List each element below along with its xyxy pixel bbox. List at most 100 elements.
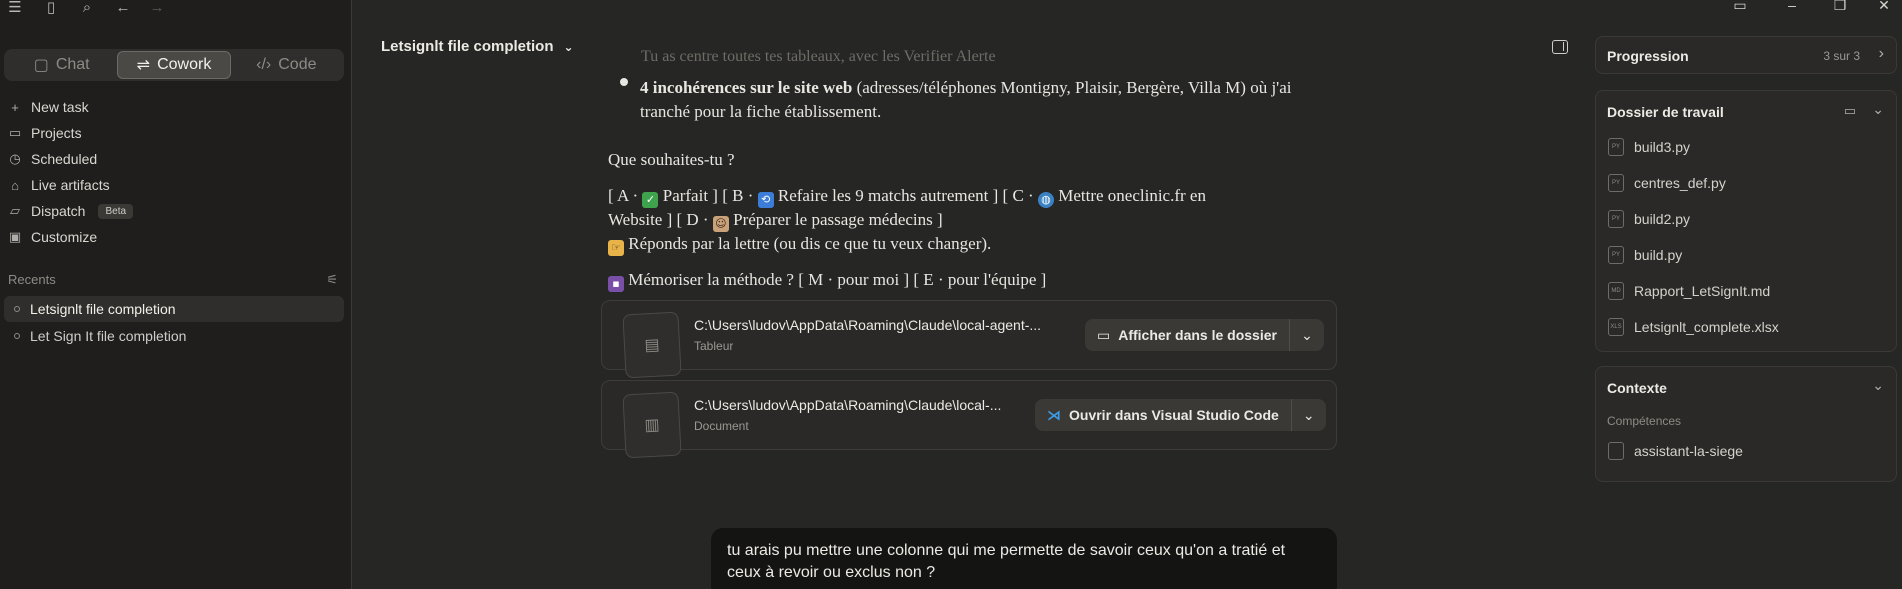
option-text: [ A · bbox=[608, 186, 643, 205]
recent-item[interactable]: Letsignlt file completion bbox=[4, 296, 344, 322]
nav-projects[interactable]: ▭ Projects bbox=[8, 120, 344, 146]
open-in-vscode-button[interactable]: ⋊ Ouvrir dans Visual Studio Code bbox=[1035, 399, 1292, 431]
grid-icon: ⌂ bbox=[11, 177, 19, 193]
markdown-file-icon: MD bbox=[1608, 282, 1624, 300]
chevron-down-icon[interactable]: ⌄ bbox=[1872, 377, 1884, 394]
question-text: Que souhaites-tu ? bbox=[608, 150, 735, 169]
clock-icon: ◷ bbox=[9, 151, 21, 166]
skill-item[interactable]: assistant-la-siege bbox=[1608, 440, 1743, 462]
code-brackets-icon: ‹/› bbox=[256, 56, 272, 73]
doctor-icon: ☺ bbox=[712, 216, 729, 232]
recent-dot-icon bbox=[14, 333, 20, 339]
open-folder-icon[interactable]: ▭ bbox=[1844, 103, 1856, 119]
dispatch-icon: ▱ bbox=[10, 203, 20, 218]
folder-file-item[interactable]: MD Rapport_LetSignIt.md bbox=[1608, 280, 1770, 302]
nav-scheduled[interactable]: ◷ Scheduled bbox=[8, 146, 344, 172]
title-bar: ☰ ▯ ⌕ ← → ▭ – ❐ ✕ bbox=[0, 0, 1902, 16]
option-text: Réponds par la lettre (ou dis ce que tu … bbox=[624, 234, 992, 253]
bullet-bold-text: 4 incohérences sur le site web bbox=[640, 78, 853, 97]
cowork-icon: ⇌ bbox=[136, 57, 151, 74]
folder-label: Dossier de travail bbox=[1607, 104, 1724, 120]
nav-dispatch[interactable]: ▱ Dispatch Beta bbox=[8, 198, 344, 224]
panel-toggle-icon[interactable] bbox=[1552, 40, 1568, 54]
restore-icon[interactable]: ❐ bbox=[1826, 0, 1854, 16]
layout-icon[interactable]: ▭ bbox=[1726, 0, 1754, 16]
memorize-text: Mémoriser la méthode ? [ M · pour moi ] … bbox=[624, 270, 1047, 289]
recent-item[interactable]: Let Sign It file completion bbox=[4, 323, 344, 349]
context-section: Contexte ⌄ Compétences assistant-la-sieg… bbox=[1595, 366, 1897, 482]
recent-label: Let Sign It file completion bbox=[30, 328, 187, 344]
option-text: Préparer le passage médecins ] bbox=[728, 210, 943, 229]
sidebar-nav: + New task ▭ Projects ◷ Scheduled ⌂ Live… bbox=[8, 94, 344, 250]
mode-chat-label: Chat bbox=[55, 56, 90, 73]
working-folder-section: Dossier de travail ▭ ⌄ PY build3.py PY cen… bbox=[1595, 90, 1897, 352]
folder-file-item[interactable]: XLS Letsignlt_complete.xlsx bbox=[1608, 316, 1779, 338]
mode-code-button[interactable]: ‹/› Code bbox=[231, 51, 342, 79]
folder-file-item[interactable]: PY build3.py bbox=[1608, 136, 1690, 158]
faded-text-line: Tu as centre toutes tes tableaux, avec l… bbox=[641, 48, 996, 65]
folder-icon: ▭ bbox=[8, 125, 22, 140]
chevron-down-icon[interactable]: ⌄ bbox=[1872, 101, 1884, 118]
briefcase-icon: ▣ bbox=[8, 229, 22, 244]
folder-file-item[interactable]: PY build2.py bbox=[1608, 208, 1690, 230]
recents-label: Recents bbox=[8, 272, 56, 287]
chevron-right-icon: › bbox=[1878, 45, 1884, 62]
file-name: Rapport_LetSignIt.md bbox=[1634, 283, 1771, 299]
nav-new-task[interactable]: + New task bbox=[8, 94, 344, 120]
nav-label: Dispatch bbox=[31, 203, 86, 219]
skill-icon bbox=[1608, 442, 1624, 460]
mode-cowork-button[interactable]: ⇌ Cowork bbox=[117, 51, 231, 79]
option-text: Mettre oneclinic.fr en bbox=[1053, 186, 1206, 205]
recent-label: Letsignlt file completion bbox=[30, 301, 176, 317]
option-text: Website ] [ D · bbox=[608, 210, 713, 229]
file-card[interactable]: ▤ C:\Users\ludov\AppData\Roaming\Claude\… bbox=[601, 300, 1337, 379]
python-file-icon: PY bbox=[1608, 246, 1624, 264]
show-in-folder-button[interactable]: ▭ Afficher dans le dossier bbox=[1085, 319, 1290, 351]
skill-name: assistant-la-siege bbox=[1634, 443, 1743, 459]
folder-file-item[interactable]: PY build.py bbox=[1608, 244, 1682, 266]
sidebar-toggle-icon[interactable]: ▯ bbox=[40, 0, 62, 18]
vscode-icon: ⋊ bbox=[1047, 406, 1061, 423]
recent-dot-icon bbox=[14, 306, 20, 312]
forward-arrow-icon[interactable]: → bbox=[146, 0, 168, 18]
floppy-disk-icon: ▪ bbox=[608, 276, 624, 292]
folder-icon: ▭ bbox=[1097, 326, 1111, 343]
search-icon[interactable]: ⌕ bbox=[76, 0, 98, 18]
file-card[interactable]: ▥ C:\Users\ludov\AppData\Roaming\Claude\… bbox=[601, 380, 1337, 459]
close-icon[interactable]: ✕ bbox=[1870, 0, 1898, 16]
file-name: build.py bbox=[1634, 247, 1683, 263]
option-text: Parfait ] [ B · bbox=[658, 186, 758, 205]
conversation-title[interactable]: Letsignlt file completion ⌄ bbox=[381, 38, 574, 55]
action-label: Afficher dans le dossier bbox=[1118, 327, 1277, 343]
spreadsheet-file-icon: ▤ bbox=[622, 311, 682, 379]
nav-label: Customize bbox=[31, 229, 98, 245]
check-mark-icon: ✓ bbox=[642, 192, 659, 208]
file-name: Letsignlt_complete.xlsx bbox=[1634, 319, 1779, 335]
file-name: centres_def.py bbox=[1634, 175, 1726, 191]
filter-sliders-icon[interactable]: ⚟ bbox=[326, 272, 338, 288]
mode-switch: ▢ Chat ⇌ Cowork ‹/› Code bbox=[4, 49, 344, 81]
menu-icon[interactable]: ☰ bbox=[4, 0, 26, 18]
file-action-group: ▭ Afficher dans le dossier ⌄ bbox=[1085, 319, 1324, 351]
nav-label: Scheduled bbox=[31, 151, 98, 167]
folder-file-item[interactable]: PY centres_def.py bbox=[1608, 172, 1726, 194]
nav-customize[interactable]: ▣ Customize bbox=[8, 224, 344, 250]
file-action-group: ⋊ Ouvrir dans Visual Studio Code ⌄ bbox=[1035, 399, 1326, 431]
progress-count: 3 sur 3 bbox=[1823, 49, 1860, 63]
chevron-down-icon[interactable]: ⌄ bbox=[1290, 319, 1324, 351]
nav-label: Projects bbox=[31, 125, 82, 141]
memorize-line: ▪ Mémoriser la méthode ? [ M · pour moi … bbox=[608, 268, 1046, 292]
minimize-icon[interactable]: – bbox=[1778, 0, 1806, 16]
document-file-icon: ▥ bbox=[622, 391, 682, 459]
file-name: build3.py bbox=[1634, 139, 1691, 155]
bullet-text: 4 incohérences sur le site web (adresses… bbox=[640, 76, 1320, 124]
nav-label: Live artifacts bbox=[31, 177, 110, 193]
user-message: tu arais pu mettre une colonne qui me pe… bbox=[711, 528, 1337, 589]
python-file-icon: PY bbox=[1608, 210, 1624, 228]
nav-live-artifacts[interactable]: ⌂ Live artifacts bbox=[8, 172, 344, 198]
progress-section[interactable]: Progression 3 sur 3 › bbox=[1595, 36, 1897, 74]
mode-chat-button[interactable]: ▢ Chat bbox=[6, 51, 117, 79]
chevron-down-icon[interactable]: ⌄ bbox=[1292, 399, 1326, 431]
back-arrow-icon[interactable]: ← bbox=[112, 0, 134, 18]
sidebar: ▢ Chat ⇌ Cowork ‹/› Code + New task ▭ Pr… bbox=[0, 0, 352, 589]
